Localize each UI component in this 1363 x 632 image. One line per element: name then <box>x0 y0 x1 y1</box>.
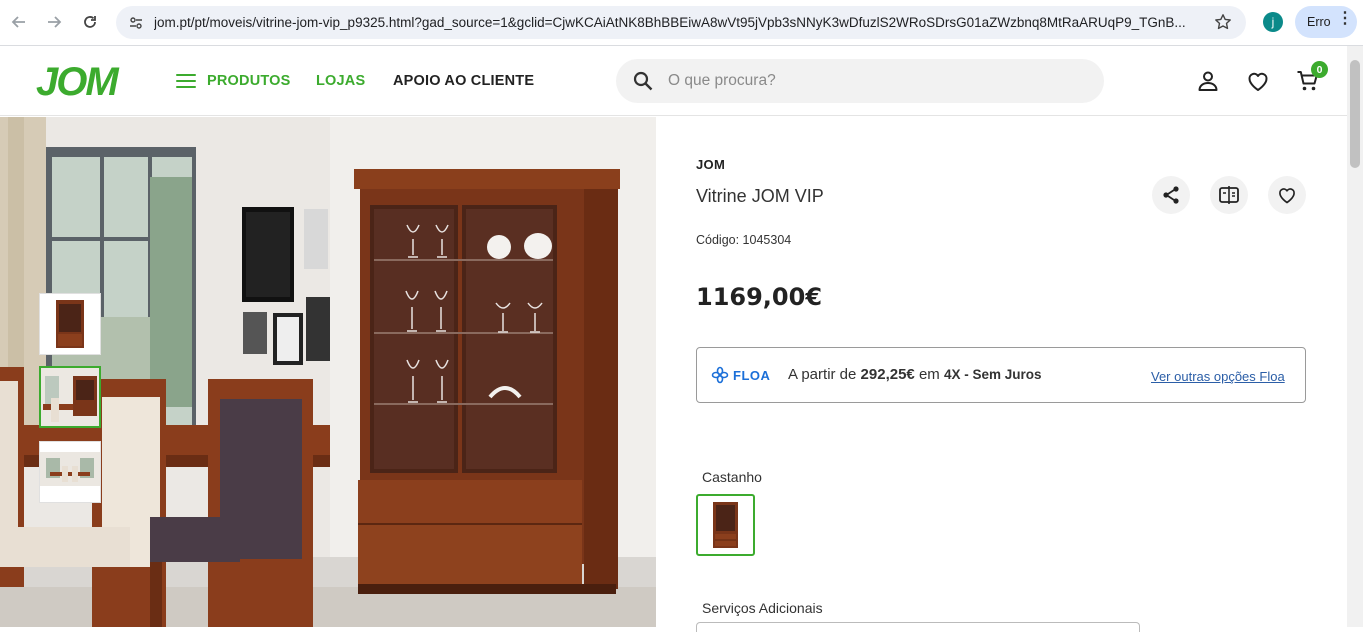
nav-products[interactable]: PRODUTOS <box>207 73 291 89</box>
search-input[interactable]: O que procura? <box>616 59 1104 103</box>
reload-icon[interactable] <box>77 9 103 35</box>
product-title: Vitrine JOM VIP <box>696 186 824 206</box>
floa-financing-box: FLOA A partir de 292,25€ em 4X - Sem Jur… <box>696 347 1306 403</box>
floa-middle: em <box>914 366 944 383</box>
page-scrollbar[interactable] <box>1347 46 1363 627</box>
browser-toolbar: jom.pt/pt/moveis/vitrine-jom-vip_p9325.h… <box>0 0 1363 46</box>
additional-services-label: Serviços Adicionais <box>702 600 823 616</box>
site-info-icon[interactable] <box>128 15 144 36</box>
product-code: Código: 1045304 <box>696 233 792 247</box>
floa-logo-text: FLOA <box>733 367 771 383</box>
floa-offer-text: A partir de 292,25€ em 4X - Sem Juros <box>788 366 1042 383</box>
floa-logo: FLOA <box>711 365 770 385</box>
thumbnail-3[interactable] <box>39 441 101 503</box>
profile-avatar[interactable]: j <box>1263 12 1283 32</box>
forward-icon[interactable] <box>41 9 67 35</box>
nav-support[interactable]: APOIO AO CLIENTE <box>393 73 534 89</box>
error-label: Erro <box>1307 15 1331 29</box>
compare-icon <box>1219 186 1239 204</box>
nav-stores[interactable]: LOJAS <box>316 73 365 89</box>
compare-button[interactable] <box>1210 176 1248 214</box>
additional-services-select[interactable] <box>696 622 1140 632</box>
address-bar[interactable]: jom.pt/pt/moveis/vitrine-jom-vip_p9325.h… <box>116 6 1246 39</box>
search-placeholder: O que procura? <box>668 72 776 89</box>
jom-logo[interactable]: JOM <box>36 60 119 105</box>
cart-count-badge: 0 <box>1311 61 1328 78</box>
floa-flower-icon <box>711 366 729 384</box>
thumbnail-2[interactable] <box>39 366 101 428</box>
floa-installments: 4X - Sem Juros <box>943 367 1042 382</box>
scrollbar-thumb[interactable] <box>1350 60 1360 168</box>
share-icon <box>1163 186 1179 204</box>
floa-prefix: A partir de <box>788 366 861 383</box>
favorite-button[interactable] <box>1268 176 1306 214</box>
hamburger-menu-icon[interactable] <box>176 74 196 88</box>
more-menu-icon[interactable]: ⋮ <box>1337 8 1353 28</box>
color-swatch-castanho[interactable] <box>696 494 755 556</box>
product-brand[interactable]: JOM <box>696 157 725 172</box>
url-text[interactable]: jom.pt/pt/moveis/vitrine-jom-vip_p9325.h… <box>154 15 1204 30</box>
site-header: JOM PRODUTOS LOJAS APOIO AO CLIENTE O qu… <box>0 46 1347 116</box>
wishlist-heart-icon[interactable] <box>1246 69 1272 95</box>
floa-amount: 292,25€ <box>860 366 915 383</box>
account-icon[interactable] <box>1196 69 1222 95</box>
share-button[interactable] <box>1152 176 1190 214</box>
product-price: 1169,00€ <box>696 283 823 311</box>
product-main-image[interactable] <box>0 117 656 627</box>
bookmark-star-icon[interactable] <box>1214 13 1232 36</box>
floa-options-link[interactable]: Ver outras opções Floa <box>1151 369 1285 384</box>
back-icon[interactable] <box>6 9 32 35</box>
thumbnail-1[interactable] <box>39 293 101 355</box>
search-icon <box>633 71 653 96</box>
heart-icon <box>1279 188 1295 204</box>
color-label: Castanho <box>702 469 762 485</box>
